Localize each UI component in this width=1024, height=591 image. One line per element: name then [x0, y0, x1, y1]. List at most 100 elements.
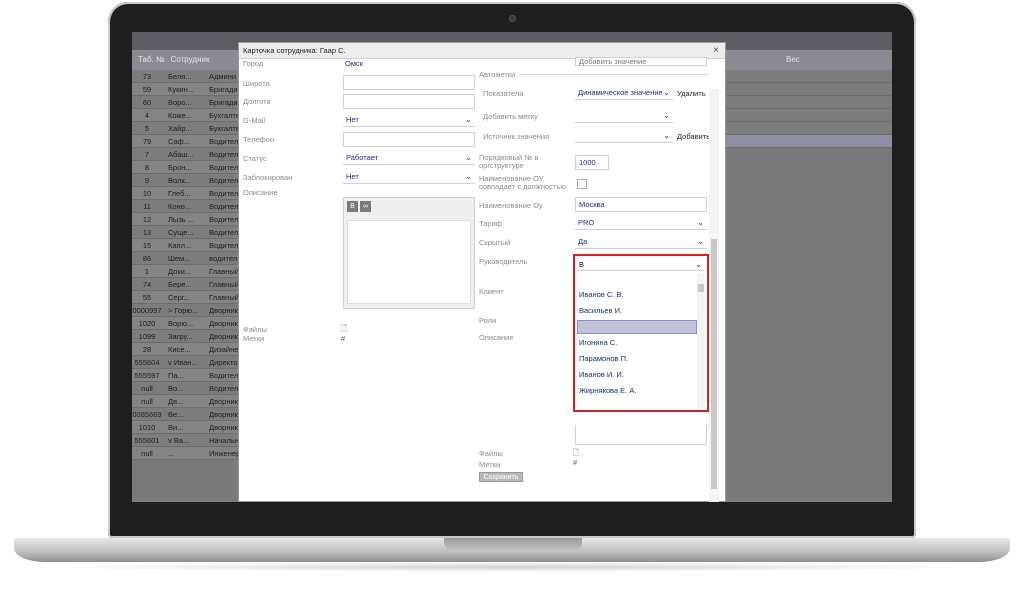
cell-name: Бере...: [168, 280, 192, 289]
table-row[interactable]: 79 Саф... Водител: [132, 135, 242, 148]
right-files-label: Файлы: [479, 449, 503, 458]
latitude-label: Широта: [243, 79, 270, 88]
table-row[interactable]: null Во... Водител: [132, 382, 242, 395]
cell-tab: 59: [142, 85, 152, 94]
dropdown-option[interactable]: Васильев И.: [577, 304, 697, 318]
right-description-area[interactable]: [575, 425, 707, 445]
table-row[interactable]: [726, 122, 892, 135]
dropdown-option-highlighted[interactable]: [577, 320, 697, 334]
table-row[interactable]: 86 Шем... водител: [132, 252, 242, 265]
hidden-select[interactable]: Да ⌄: [575, 235, 707, 249]
table-row[interactable]: 13 Суще... Водител: [132, 226, 242, 239]
table-row[interactable]: [726, 83, 892, 96]
table-row[interactable]: [726, 96, 892, 109]
latitude-input[interactable]: [343, 75, 475, 90]
value-source-select[interactable]: ⌄: [575, 129, 673, 143]
cell-tab: 15: [142, 241, 152, 250]
col-tab-header[interactable]: Таб. №: [132, 50, 165, 70]
table-row[interactable]: 0000997 > Горю... Дворник: [132, 304, 242, 317]
table-row[interactable]: 1010 Ви... Дворник: [132, 421, 242, 434]
phone-input[interactable]: [343, 132, 475, 147]
remove-button[interactable]: Удалить: [677, 89, 706, 98]
dropdown-option[interactable]: Игонина С.: [577, 336, 697, 350]
table-row[interactable]: 74 Бере... Главный: [132, 278, 242, 291]
tariff-select[interactable]: PRO ⌄: [575, 216, 707, 230]
bold-button[interactable]: B: [347, 201, 358, 212]
cell-name: Па...: [168, 371, 184, 380]
table-row[interactable]: 1099 Загру... Дворник: [132, 330, 242, 343]
cell-tab: 555604: [134, 358, 160, 367]
indicators-select[interactable]: Динамическое значение ⌄: [575, 86, 673, 100]
cell-role: Дворник: [209, 306, 238, 315]
chevron-down-icon: ⌄: [465, 115, 472, 124]
dropdown-option[interactable]: Иванов И. И.: [577, 368, 697, 382]
table-row[interactable]: [726, 109, 892, 122]
table-row[interactable]: 555597 Па... Водител: [132, 369, 242, 382]
dropdown-option[interactable]: Иванов С. В.: [577, 288, 697, 302]
dropdown-option[interactable]: Парамонов П.: [577, 352, 697, 366]
table-row[interactable]: 59 Кукин... Бригади: [132, 83, 242, 96]
cell-role: Дворник: [209, 423, 238, 432]
table-row[interactable]: [726, 70, 892, 83]
table-row[interactable]: 60 Воро... Бригади: [132, 96, 242, 109]
scrollbar-thumb[interactable]: [711, 239, 717, 489]
chevron-down-icon: ⌄: [663, 111, 670, 120]
save-button[interactable]: Сохранить: [479, 472, 523, 482]
table-row[interactable]: 11 Коно... Водител: [132, 200, 242, 213]
cell-tab: 555597: [134, 371, 160, 380]
description-textarea[interactable]: [347, 220, 471, 304]
add-value-top-input[interactable]: Добавить значение: [575, 57, 707, 66]
cell-role: Водител: [209, 137, 239, 146]
link-button[interactable]: ∞: [360, 201, 371, 212]
dropdown-option[interactable]: Жирнякова Е. А.: [577, 384, 697, 398]
table-row[interactable]: 5 Хайр... Бухгалте: [132, 122, 242, 135]
modal-scrollbar[interactable]: [709, 89, 719, 502]
table-row[interactable]: 1020 Ворю... Дворник: [132, 317, 242, 330]
manager-search-input[interactable]: В ⌄: [577, 258, 705, 271]
table-row[interactable]: 555604 v Иван... Директо: [132, 356, 242, 369]
status-select[interactable]: Работает ⌄: [343, 151, 475, 165]
right-hash-icon[interactable]: #: [573, 458, 577, 467]
gmail-select[interactable]: Нет ⌄: [343, 113, 475, 127]
add-button[interactable]: Добавить: [677, 132, 710, 141]
hidden-value: Да: [578, 237, 588, 246]
table-row[interactable]: 7 Абаш... Водител: [132, 148, 242, 161]
hash-icon[interactable]: #: [341, 334, 345, 343]
table-row-selected[interactable]: [726, 135, 892, 148]
ou-name-input[interactable]: Москва: [575, 197, 707, 212]
ou-match-checkbox[interactable]: [577, 179, 587, 189]
table-row[interactable]: 73 Беля... Админи: [132, 70, 242, 83]
roles-label: Роли: [479, 316, 497, 325]
description-label: Описание: [243, 188, 278, 197]
table-row[interactable]: 1 Доки... Главный: [132, 265, 242, 278]
table-row[interactable]: null Дв... Дворник: [132, 395, 242, 408]
table-row[interactable]: 28 Кисе... Дизайне: [132, 343, 242, 356]
table-row[interactable]: 10 Глеб... Водител: [132, 187, 242, 200]
table-row[interactable]: 15 Капл... Водител: [132, 239, 242, 252]
order-input[interactable]: 1000: [575, 155, 609, 170]
cell-name: Ве...: [168, 410, 184, 419]
table-row[interactable]: 12 Лызь ... Водител: [132, 213, 242, 226]
table-row[interactable]: 555601 v Ва... Начальн: [132, 434, 242, 447]
cell-tab: 74: [142, 280, 152, 289]
table-row[interactable]: 9 Волк... Водител: [132, 174, 242, 187]
laptop-shadow: [40, 562, 984, 572]
blocked-select[interactable]: Нет ⌄: [343, 170, 475, 184]
table-row[interactable]: 55 Серг... Главный: [132, 291, 242, 304]
longitude-input[interactable]: [343, 94, 475, 109]
cell-role: Начальн: [209, 436, 239, 445]
table-row[interactable]: 4 Коже... Бухгалте: [132, 109, 242, 122]
col-employee-header[interactable]: Сотрудник: [165, 50, 210, 70]
close-icon[interactable]: ×: [713, 43, 719, 59]
dropdown-scrollbar[interactable]: [697, 274, 705, 408]
cell-name: Кукин...: [168, 85, 194, 94]
table-row[interactable]: 0085669 Ве... Дворник: [132, 408, 242, 421]
table-row[interactable]: null... Инженер: [132, 447, 242, 460]
cell-role: Водител: [209, 228, 239, 237]
cell-role: Водител: [209, 163, 239, 172]
table-row[interactable]: 8 Брон... Водител: [132, 161, 242, 174]
add-mark-select[interactable]: ⌄: [575, 109, 673, 123]
cell-name: v Иван...: [168, 358, 198, 367]
scrollbar-thumb[interactable]: [698, 284, 704, 292]
col-weight-header[interactable]: Вес: [786, 50, 800, 70]
